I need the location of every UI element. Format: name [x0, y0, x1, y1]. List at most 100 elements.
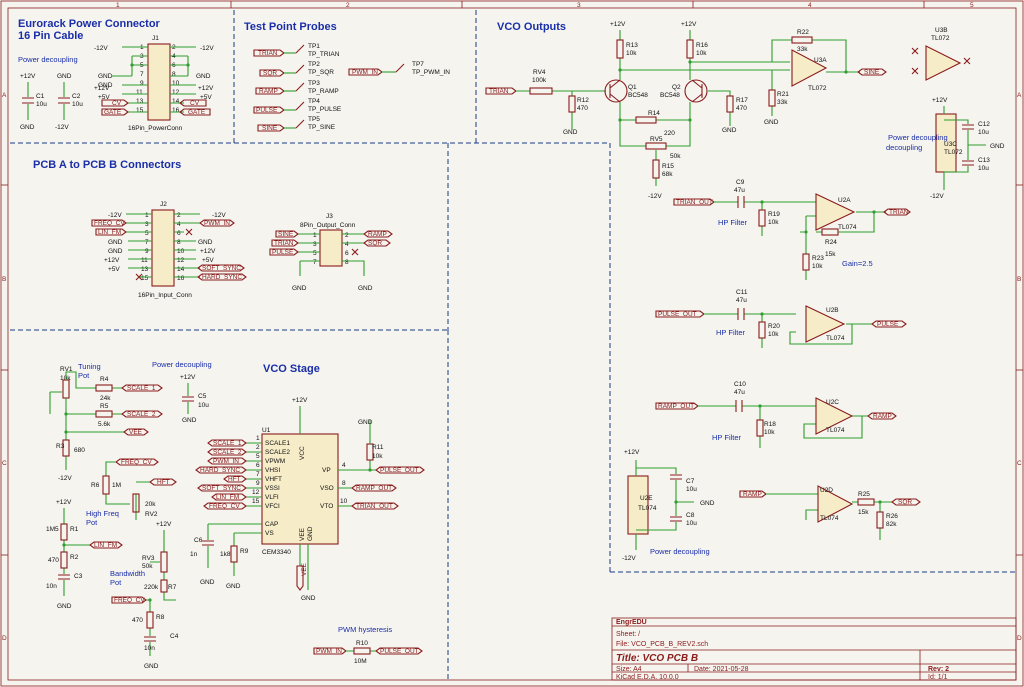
u1-pin-vs: VS — [265, 530, 274, 537]
tp1-label: TRIAN — [258, 50, 278, 57]
note-high-freq: High Freq — [86, 509, 119, 518]
j2-pin-3: 3 — [145, 221, 149, 228]
j2-label-soft-sync: SOFT_SYNC — [202, 265, 241, 272]
probe-tp4: PULSE TP4 TP_PULSE — [253, 98, 342, 114]
output-connector-j3: J3 8Pin_Output_Conn 1 3 5 7 2 4 6 8 SINE… — [269, 213, 393, 292]
r10-value: 10M — [354, 658, 367, 665]
r21-ref: R21 — [777, 91, 789, 98]
r4-value: 24k — [100, 395, 111, 402]
j3-pin-3: 3 — [313, 241, 317, 248]
r13-supply: +12V — [610, 21, 626, 28]
c9-value: 47u — [734, 187, 745, 194]
u1-in-pwm-in: PWM_IN — [213, 458, 239, 465]
u1-pin-vso: VSO — [320, 485, 334, 492]
r25-ref: R25 — [858, 491, 870, 498]
r22-ref: R22 — [797, 29, 809, 36]
comparator-sqr: RAMP U2D TL074 R25 15k R26 82k SQR — [739, 485, 921, 540]
label-scale-1-a: SCALE_1 — [127, 385, 156, 392]
j2-value: 16Pin_Input_Conn — [138, 292, 192, 299]
j3-label-sqr: SQR — [368, 240, 382, 247]
c4-gnd: GND — [144, 663, 159, 670]
u1-vee-net: VEE — [301, 562, 308, 576]
j2-net-m12-r: -12V — [212, 212, 226, 219]
hf-trim: FREQ_CV R6 1M RV2 20k HFT High Freq Pot — [86, 458, 177, 527]
j2-net-gnd-r: GND — [198, 239, 213, 246]
tb-title: Title: VCO PCB B — [616, 653, 698, 664]
section-title-eurorack: Eurorack Power Connector — [18, 18, 161, 30]
u1-gnd-pin: GND — [307, 526, 314, 541]
q2-ref: Q2 — [672, 84, 681, 91]
j3-value: 8Pin_Output_Conn — [300, 222, 356, 229]
u1-num-7: 7 — [256, 471, 260, 478]
u2d-value: TL074 — [820, 515, 839, 522]
j1-value: 16Pin_PowerConn — [128, 125, 183, 132]
u1-pin-left-4: VHSI — [265, 467, 280, 474]
j2-pin-9: 9 — [145, 248, 149, 255]
j3-pin-8: 8 — [345, 259, 349, 266]
note-bandwidth: Bandwidth — [110, 569, 145, 578]
j3-pin-7: 7 — [313, 259, 317, 266]
j2-net-p5-r: +5V — [202, 257, 214, 264]
r16-supply: +12V — [681, 21, 697, 28]
j2-pin-13: 13 — [141, 266, 149, 273]
j2-label-pwm-in: PWM_IN — [204, 220, 230, 227]
label-scale-2-a: SCALE_2 — [127, 411, 156, 418]
note-bandwidth-pot: Pot — [110, 578, 122, 587]
filter-trian-label: TRIAN — [889, 209, 909, 216]
u1-pin-left-6: VSSI — [265, 485, 280, 492]
r19-ref: R19 — [768, 211, 780, 218]
j1-label-gate-r: GATE — [188, 109, 206, 116]
j2-label-freq-cv: FREQ_CV — [94, 220, 125, 227]
u2b-ref: U2B — [826, 307, 839, 314]
r13-value: 10k — [626, 50, 637, 57]
j1-label-cv-l: CV — [112, 100, 122, 107]
filter-pulse-label: PULSE — [877, 321, 899, 328]
rv2-value: 20k — [145, 501, 156, 508]
tp5-label: SINE — [262, 125, 278, 132]
r8-value: 470 — [132, 617, 143, 624]
note-power-decoupling-2b: decoupling — [886, 143, 922, 152]
frame-row-b: B — [2, 276, 6, 283]
comp-sqr-label: SQR — [898, 499, 912, 506]
j2-net-m12: -12V — [108, 212, 122, 219]
u1-pin-vp: VP — [322, 467, 331, 474]
u1-out-pulse: PULSE_OUT — [380, 467, 419, 474]
j1-net-p12-l: +12V — [94, 85, 110, 92]
c6-value: 1n — [190, 551, 198, 558]
note-pwm-hysteresis: PWM hysteresis — [338, 625, 392, 634]
frame-row-a: A — [2, 92, 7, 99]
u1-num-8: 8 — [342, 480, 346, 487]
q1-value: BC548 — [628, 92, 648, 99]
c5-gnd: GND — [182, 417, 197, 424]
tp1-value: TP_TRIAN — [308, 51, 340, 58]
u3b-ref: U3B — [935, 27, 948, 34]
r14-ref: R14 — [648, 110, 660, 117]
tp2-ref: TP2 — [308, 61, 320, 68]
filter-pulse-out-label: PULSE_OUT — [658, 311, 697, 318]
r17-ref: R17 — [736, 97, 748, 104]
probe-tp1: TRIAN TP1 TP_TRIAN — [253, 43, 340, 58]
u1-in-scale-1: SCALE_1 — [213, 440, 242, 447]
j2-ref: J2 — [160, 201, 167, 208]
tp4-ref: TP4 — [308, 98, 320, 105]
q2-value: BC548 — [660, 92, 680, 99]
j3-ref: J3 — [326, 213, 333, 220]
tp1-ref: TP1 — [308, 43, 320, 50]
pwm-pulse-out-label: PULSE_OUT — [380, 648, 419, 655]
c2-ref: C2 — [72, 93, 81, 100]
u1-pin-left-1: SCALE1 — [265, 440, 290, 447]
r9-ref: R9 — [240, 548, 249, 555]
r11-ref: R11 — [372, 444, 384, 451]
tp2-value: TP_SQR — [308, 69, 334, 76]
u2e-supply-pos: +12V — [624, 449, 640, 456]
r15-value: 68k — [662, 171, 673, 178]
tb-rev: Rev: 2 — [928, 666, 949, 673]
tb-kicad: KiCad E.D.A. 10.0.0 — [616, 674, 679, 681]
label-hft: HFT — [157, 479, 170, 486]
r26-ref: R26 — [886, 513, 898, 520]
title-block: EngrEDU Sheet: / File: VCO_PCB_B_REV2.sc… — [611, 617, 1017, 681]
c5-ref: C5 — [198, 393, 207, 400]
j1-pin-9: 9 — [140, 80, 144, 87]
j1-body — [147, 43, 171, 121]
u1-pin-cap: CAP — [265, 521, 278, 528]
